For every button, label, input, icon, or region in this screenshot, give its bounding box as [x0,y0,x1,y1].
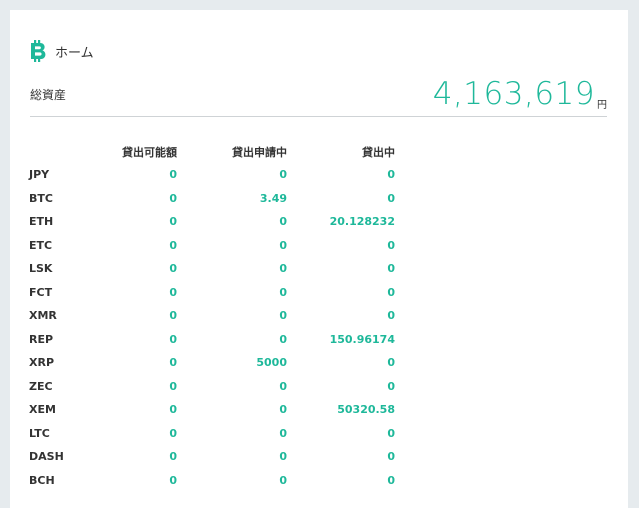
lending-cell: 0 [387,473,395,487]
lending-cell: 0 [387,262,395,276]
currency-cell: ETC [29,238,53,252]
currency-cell: LSK [29,262,53,276]
lending-cell: 0 [387,191,395,205]
requesting-cell: 0 [279,426,287,440]
lending-cell: 20.128232 [329,215,395,229]
lending-cell: 0 [387,426,395,440]
total-assets-value: 4,163,619 [432,76,595,112]
column-header-currency [29,141,89,163]
total-assets-row: 総資産 4,163,619 円 [30,76,607,117]
table-row: XEM 0 0 50320.58 [29,398,395,422]
available-cell: 0 [169,309,177,323]
requesting-cell: 0 [279,450,287,464]
table-row: ETC 0 0 0 [29,234,395,258]
currency-cell: ETH [29,215,54,229]
requesting-cell: 0 [279,238,287,252]
requesting-cell: 0 [279,332,287,346]
requesting-cell: 0 [279,403,287,417]
available-cell: 0 [169,356,177,370]
available-cell: 0 [169,332,177,346]
home-card: ホーム 総資産 4,163,619 円 貸出可能額 貸出申請中 貸出中 JPY 0… [10,10,628,508]
currency-cell: XMR [29,309,57,323]
table-row: LSK 0 0 0 [29,257,395,281]
currency-cell: ZEC [29,379,53,393]
page-header: ホーム [30,40,94,62]
available-cell: 0 [169,262,177,276]
lending-cell: 150.96174 [329,332,395,346]
table-row: BTC 0 3.49 0 [29,187,395,211]
requesting-cell: 0 [279,215,287,229]
column-header-requesting: 貸出申請中 [232,146,287,159]
requesting-cell: 3.49 [259,191,287,205]
available-cell: 0 [169,215,177,229]
available-cell: 0 [169,168,177,182]
lending-cell: 0 [387,356,395,370]
bitcoin-icon [30,40,46,62]
currency-cell: FCT [29,285,53,299]
lending-cell: 50320.58 [337,403,395,417]
lending-cell: 0 [387,309,395,323]
table-row: REP 0 0 150.96174 [29,328,395,352]
total-assets-label: 総資産 [30,88,67,102]
lending-table: 貸出可能額 貸出申請中 貸出中 JPY 0 0 0 BTC 0 3.49 0 ETH 0 0 20.1… [29,141,395,492]
lending-cell: 0 [387,450,395,464]
currency-cell: LTC [29,426,50,440]
currency-cell: REP [29,332,54,346]
available-cell: 0 [169,285,177,299]
available-cell: 0 [169,238,177,252]
lending-cell: 0 [387,379,395,393]
currency-cell: BCH [29,473,55,487]
currency-cell: JPY [29,168,50,182]
currency-cell: BTC [29,191,53,205]
lending-cell: 0 [387,168,395,182]
available-cell: 0 [169,403,177,417]
requesting-cell: 0 [279,168,287,182]
table-row: FCT 0 0 0 [29,281,395,305]
requesting-cell: 0 [279,379,287,393]
table-row: XMR 0 0 0 [29,304,395,328]
total-assets-unit: 円 [597,100,607,111]
requesting-cell: 0 [279,309,287,323]
requesting-cell: 0 [279,473,287,487]
table-row: BCH 0 0 0 [29,469,395,493]
table-row: DASH 0 0 0 [29,445,395,469]
table-header-row: 貸出可能額 貸出申請中 貸出中 [29,141,395,163]
available-cell: 0 [169,473,177,487]
currency-cell: XEM [29,403,56,417]
currency-cell: XRP [29,356,55,370]
table-row: ZEC 0 0 0 [29,375,395,399]
requesting-cell: 0 [279,285,287,299]
requesting-cell: 5000 [256,356,287,370]
available-cell: 0 [169,379,177,393]
page-title: ホーム [55,45,94,61]
lending-cell: 0 [387,238,395,252]
table-row: JPY 0 0 0 [29,163,395,187]
available-cell: 0 [169,450,177,464]
column-header-available: 貸出可能額 [122,146,177,159]
table-row: XRP 0 5000 0 [29,351,395,375]
table-row: ETH 0 0 20.128232 [29,210,395,234]
requesting-cell: 0 [279,262,287,276]
currency-cell: DASH [29,450,64,464]
lending-cell: 0 [387,285,395,299]
available-cell: 0 [169,426,177,440]
available-cell: 0 [169,191,177,205]
table-row: LTC 0 0 0 [29,422,395,446]
column-header-lending: 貸出中 [362,146,395,159]
